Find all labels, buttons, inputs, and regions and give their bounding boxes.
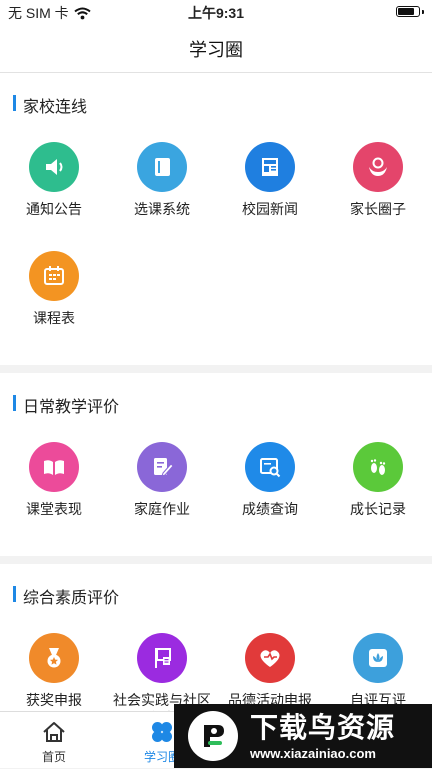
section-title: 家校连线 [23, 99, 88, 116]
lotus-icon [353, 633, 403, 683]
open-book-icon [29, 442, 79, 492]
status-bar: 无 SIM 卡 上午9:31 [0, 0, 432, 24]
tile-label: 成长记录 [350, 501, 406, 517]
tile-notice[interactable]: 通知公告 [0, 127, 108, 236]
battery-icon [396, 6, 424, 17]
watermark-title: 下载鸟资源 [250, 711, 396, 743]
section-title: 日常教学评价 [23, 399, 120, 416]
tile-course-selection[interactable]: 选课系统 [108, 127, 216, 236]
tile-label: 课程表 [33, 310, 75, 326]
tile-label: 通知公告 [26, 201, 82, 217]
section-header: 日常教学评价 [0, 373, 432, 427]
section-accent-bar [13, 586, 16, 602]
tile-label: 成绩查询 [242, 501, 298, 517]
tile-label: 课堂表现 [26, 501, 82, 517]
tab-label: 首页 [41, 750, 66, 764]
battery-level [398, 8, 415, 15]
nav-bar: 学习圈 [0, 24, 432, 73]
tab-home[interactable]: 首页 [0, 712, 108, 769]
watermark-logo [188, 711, 238, 761]
calendar-icon [29, 251, 79, 301]
tile-label: 选课系统 [134, 201, 190, 217]
homework-icon [137, 442, 187, 492]
section-accent-bar [13, 395, 16, 411]
tile-label: 家庭作业 [134, 501, 190, 517]
section-title: 综合素质评价 [23, 590, 120, 607]
watermark-url: www.xiazainiao.com [250, 745, 376, 761]
grade-search-icon [245, 442, 295, 492]
tile-class-performance[interactable]: 课堂表现 [0, 427, 108, 536]
clover-icon [152, 722, 172, 742]
section-daily-evaluation: 日常教学评价 课堂表现 家庭作业 成绩查询 成长记录 [0, 373, 432, 556]
feature-grid: 获奖申报 社会实践与社区服务申报 品德活动申报 自评互评 [0, 618, 432, 711]
section-divider [0, 365, 432, 373]
feature-grid: 课堂表现 家庭作业 成绩查询 成长记录 [0, 427, 432, 556]
section-accent-bar [13, 95, 16, 111]
footprints-icon [353, 442, 403, 492]
tile-grade-query[interactable]: 成绩查询 [216, 427, 324, 536]
section-header: 综合素质评价 [0, 564, 432, 618]
watermark-banner: 下载鸟资源 www.xiazainiao.com [174, 704, 432, 768]
home-icon [43, 722, 65, 742]
section-divider [0, 556, 432, 564]
tile-campus-news[interactable]: 校园新闻 [216, 127, 324, 236]
parent-icon [353, 142, 403, 192]
tile-label: 获奖申报 [26, 692, 82, 708]
watermark-text: 下载鸟资源 www.xiazainiao.com [250, 712, 395, 761]
tile-self-peer-review[interactable]: 自评互评 [324, 618, 432, 711]
section-home-school: 家校连线 通知公告 选课系统 校园新闻 家长圈子 课程表 [0, 73, 432, 365]
tile-homework[interactable]: 家庭作业 [108, 427, 216, 536]
section-header: 家校连线 [0, 73, 432, 127]
tile-label: 家长圈子 [350, 201, 406, 217]
medal-icon [29, 633, 79, 683]
battery-tip [422, 10, 424, 14]
page-title: 学习圈 [189, 40, 243, 60]
flag-icon [137, 633, 187, 683]
tile-parent-circle[interactable]: 家长圈子 [324, 127, 432, 236]
status-time: 上午9:31 [187, 5, 245, 21]
tile-growth-record[interactable]: 成长记录 [324, 427, 432, 536]
heart-icon [245, 633, 295, 683]
speaker-icon [29, 142, 79, 192]
tile-schedule[interactable]: 课程表 [0, 236, 108, 345]
tile-award-application[interactable]: 获奖申报 [0, 618, 108, 711]
tile-social-practice[interactable]: 社会实践与社区服务申报 [108, 618, 216, 711]
tile-moral-activity[interactable]: 品德活动申报 [216, 618, 324, 711]
newspaper-icon [245, 142, 295, 192]
section-comprehensive-evaluation: 综合素质评价 获奖申报 社会实践与社区服务申报 品德活动申报 [0, 564, 432, 711]
content-area[interactable]: 家校连线 通知公告 选课系统 校园新闻 家长圈子 课程表 日常教学评价 课堂表现… [0, 73, 432, 711]
book-icon [137, 142, 187, 192]
tile-label: 校园新闻 [242, 201, 298, 217]
feature-grid: 通知公告 选课系统 校园新闻 家长圈子 课程表 [0, 127, 432, 365]
